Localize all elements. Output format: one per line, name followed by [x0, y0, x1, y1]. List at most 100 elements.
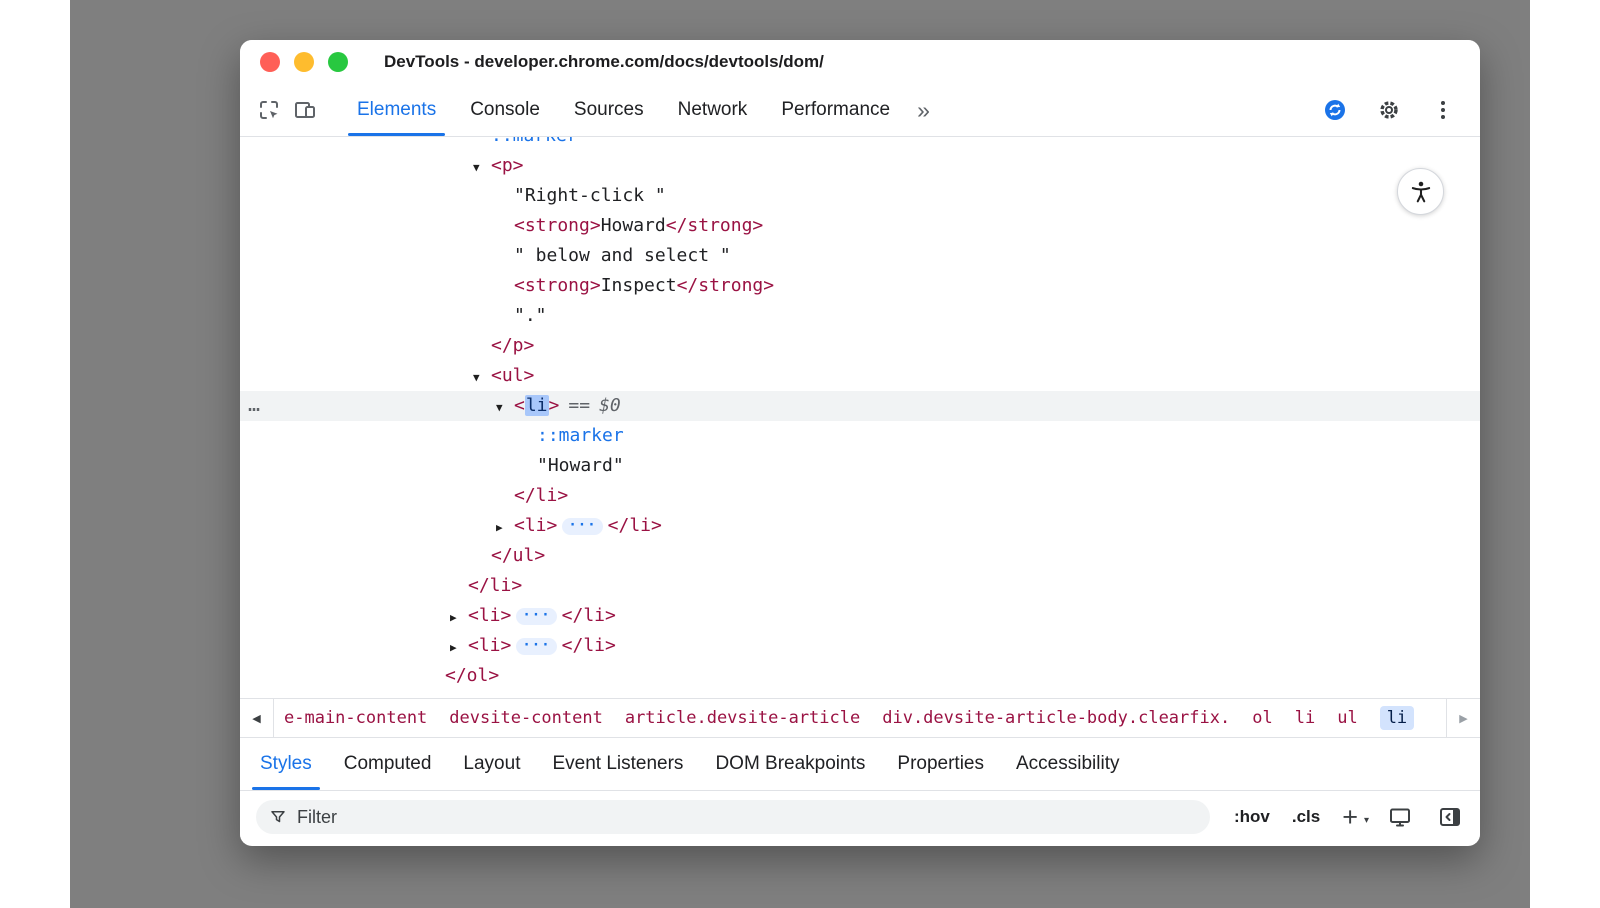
tab-sources[interactable]: Sources [557, 84, 661, 136]
collapse-arrow-icon[interactable]: ▼ [473, 363, 491, 393]
dom-node-row[interactable]: </li> [240, 481, 1480, 511]
dom-node-row[interactable]: ::marker [240, 137, 1480, 151]
sidebar-toggle-icon[interactable] [1436, 803, 1464, 831]
expand-arrow-icon[interactable]: ▶ [496, 513, 514, 543]
pseudo-element-token: ::marker [537, 425, 624, 446]
device-toolbar-icon[interactable] [290, 95, 320, 125]
devtools-window: DevTools - developer.chrome.com/docs/dev… [240, 40, 1480, 846]
plus-caret-icon: ▾ [1364, 811, 1369, 831]
dom-node-row[interactable]: "Howard" [240, 451, 1480, 481]
breadcrumb-item[interactable]: li [1295, 708, 1315, 728]
collapse-arrow-icon[interactable]: ▼ [473, 153, 491, 183]
dom-node-row[interactable]: </li> [240, 571, 1480, 601]
tag-token: </ol> [445, 665, 499, 686]
accessibility-button[interactable] [1397, 168, 1444, 215]
styles-filter-bar: Filter :hov .cls +▾ [240, 790, 1480, 843]
plus-icon: + [1342, 802, 1358, 832]
dom-node-row[interactable]: </p> [240, 331, 1480, 361]
styles-tab-bar: StylesComputedLayoutEvent ListenersDOM B… [240, 737, 1480, 790]
breadcrumb: e-main-content devsite-content article.dev… [274, 699, 1446, 737]
node-more-actions-icon[interactable]: … [248, 389, 258, 419]
dom-node-row[interactable]: "." [240, 301, 1480, 331]
minimize-window-button[interactable] [294, 52, 314, 72]
breadcrumb-item[interactable]: article.devsite-article [625, 708, 860, 728]
collapse-arrow-icon[interactable]: ▼ [496, 393, 514, 423]
tag-token: <ul> [491, 365, 534, 386]
dom-node-row[interactable]: <strong>Inspect</strong> [240, 271, 1480, 301]
breadcrumb-item[interactable]: ul [1337, 708, 1357, 728]
breadcrumb-item[interactable]: devsite-content [449, 708, 603, 728]
breadcrumb-item-selected[interactable]: li [1380, 706, 1414, 730]
tag-token: < [514, 395, 525, 416]
close-window-button[interactable] [260, 52, 280, 72]
expand-node-ellipsis-button[interactable]: ··· [516, 638, 556, 655]
element-classes-toggle[interactable]: .cls [1292, 807, 1320, 827]
dom-node-row[interactable]: ▶<li>···</li> [240, 631, 1480, 661]
dom-node-row-selected[interactable]: …▼<li>==$0 [240, 391, 1480, 421]
tab-dom-breakpoints[interactable]: DOM Breakpoints [699, 738, 881, 790]
rendering-emulation-icon[interactable] [1386, 803, 1414, 831]
devtools-toolbar: ElementsConsoleSourcesNetworkPerformance… [240, 84, 1480, 137]
breadcrumb-scroll-right-button[interactable]: ▶ [1446, 699, 1480, 737]
text-node-token: Inspect [601, 275, 677, 296]
dom-node-row[interactable]: <strong>Howard</strong> [240, 211, 1480, 241]
tab-computed[interactable]: Computed [328, 738, 448, 790]
breadcrumb-item[interactable]: div.devsite-article-body.clearfix. [882, 708, 1230, 728]
dom-node-row[interactable]: ▶<li> ··· </li> [240, 601, 1480, 631]
tab-styles[interactable]: Styles [244, 738, 328, 790]
hover-state-toggle[interactable]: :hov [1234, 807, 1270, 827]
tab-network[interactable]: Network [661, 84, 765, 136]
expand-arrow-icon[interactable]: ▶ [450, 603, 468, 633]
tag-token: </li> [562, 605, 616, 626]
text-node-token: "." [514, 305, 547, 326]
dom-node-row[interactable]: ▼<ul> [240, 361, 1480, 391]
breadcrumb-bar: ◀ e-main-content devsite-content article.d… [240, 698, 1480, 737]
selected-tag-highlight: li [525, 395, 549, 416]
text-node-token: " below and select " [514, 245, 731, 266]
new-style-rule-button[interactable]: +▾ [1342, 807, 1358, 827]
zoom-window-button[interactable] [328, 52, 348, 72]
text-node-token: "Right-click " [514, 185, 666, 206]
expand-arrow-icon[interactable]: ▶ [450, 633, 468, 663]
dollar-zero-token: $0 [599, 395, 621, 416]
filter-right-controls: :hov .cls +▾ [1234, 803, 1464, 831]
breadcrumb-item[interactable]: ol [1252, 708, 1272, 728]
tab-layout[interactable]: Layout [447, 738, 536, 790]
tab-console[interactable]: Console [453, 84, 557, 136]
filter-input[interactable]: Filter [256, 800, 1210, 834]
tab-elements[interactable]: Elements [340, 84, 453, 136]
dom-node-row[interactable]: </ol> [240, 661, 1480, 691]
dom-node-row[interactable]: ▶<li> ··· </li> [240, 511, 1480, 541]
tag-token: </strong> [677, 275, 775, 296]
tab-event-listeners[interactable]: Event Listeners [536, 738, 699, 790]
sync-icon[interactable] [1320, 95, 1350, 125]
breadcrumb-scroll-left-button[interactable]: ◀ [240, 699, 274, 737]
breadcrumb-item[interactable]: e-main-content [284, 708, 427, 728]
accessibility-person-icon [1408, 179, 1434, 205]
tab-properties[interactable]: Properties [881, 738, 1000, 790]
dom-node-row[interactable]: " below and select " [240, 241, 1480, 271]
dom-node-row[interactable]: "Right-click " [240, 181, 1480, 211]
dom-node-row[interactable]: ▼<p> [240, 151, 1480, 181]
page-background: DevTools - developer.chrome.com/docs/dev… [70, 0, 1530, 908]
tab-accessibility[interactable]: Accessibility [1000, 738, 1135, 790]
tag-token: <li> [468, 605, 511, 626]
more-tabs-icon[interactable]: » [907, 84, 940, 136]
tab-performance[interactable]: Performance [764, 84, 907, 136]
dom-node-row[interactable]: </ul> [240, 541, 1480, 571]
dom-node-row[interactable]: ::marker [240, 421, 1480, 451]
tag-token: </li> [608, 515, 662, 536]
kebab-menu-icon[interactable] [1428, 95, 1458, 125]
window-title: DevTools - developer.chrome.com/docs/dev… [384, 52, 824, 72]
tag-token: <strong> [514, 215, 601, 236]
text-node-token: "Howard" [537, 455, 624, 476]
expand-node-ellipsis-button[interactable]: ··· [562, 518, 602, 535]
tag-token: <li> [514, 515, 557, 536]
expand-node-ellipsis-button[interactable]: ··· [516, 608, 556, 625]
tag-token: </li> [468, 575, 522, 596]
inspect-element-icon[interactable] [254, 95, 284, 125]
window-titlebar: DevTools - developer.chrome.com/docs/dev… [240, 40, 1480, 84]
filter-placeholder: Filter [297, 807, 337, 828]
toolbar-right-icons [1320, 95, 1464, 125]
settings-gear-icon[interactable] [1374, 95, 1404, 125]
